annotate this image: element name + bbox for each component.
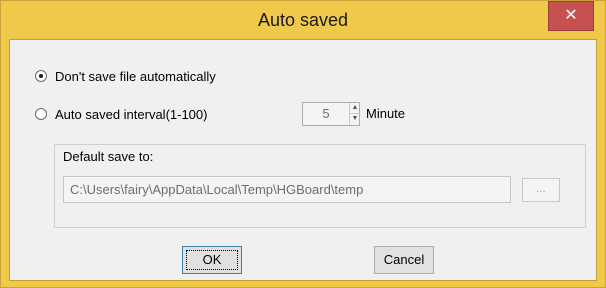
dialog-body: Don't save file automatically Auto saved… <box>9 39 597 281</box>
interval-value[interactable]: 5 <box>303 103 349 125</box>
chevron-up-icon: ▲ <box>351 104 359 111</box>
close-icon: ✕ <box>564 7 578 24</box>
spin-up-button[interactable]: ▲ <box>349 103 360 114</box>
close-button[interactable]: ✕ <box>548 1 594 31</box>
no-autosave-option[interactable]: Don't save file automatically <box>35 66 216 86</box>
ok-button-label: OK <box>186 250 238 270</box>
save-path-field[interactable]: C:\Users\fairy\AppData\Local\Temp\HGBoar… <box>63 176 511 203</box>
save-location-label: Default save to: <box>63 149 154 164</box>
interval-spinner[interactable]: 5 ▲ ▼ <box>302 102 360 126</box>
no-autosave-label: Don't save file automatically <box>55 68 216 84</box>
auto-saved-dialog: Auto saved ✕ Don't save file automatical… <box>0 0 606 288</box>
interval-label: Auto saved interval(1-100) <box>55 106 208 122</box>
save-location-group: Default save to: C:\Users\fairy\AppData\… <box>54 144 586 228</box>
browse-button[interactable]: ... <box>522 178 560 202</box>
title-bar[interactable]: Auto saved ✕ <box>1 1 605 39</box>
interval-unit: Minute <box>366 106 406 121</box>
dialog-title: Auto saved <box>257 10 349 30</box>
interval-option[interactable]: Auto saved interval(1-100) <box>35 104 207 124</box>
chevron-down-icon: ▼ <box>351 115 359 122</box>
interval-radio[interactable] <box>35 108 47 120</box>
ok-button[interactable]: OK <box>182 246 242 274</box>
no-autosave-radio[interactable] <box>35 70 47 82</box>
cancel-button[interactable]: Cancel <box>374 246 434 274</box>
spin-down-button[interactable]: ▼ <box>349 114 360 125</box>
spinner-buttons: ▲ ▼ <box>349 103 360 125</box>
